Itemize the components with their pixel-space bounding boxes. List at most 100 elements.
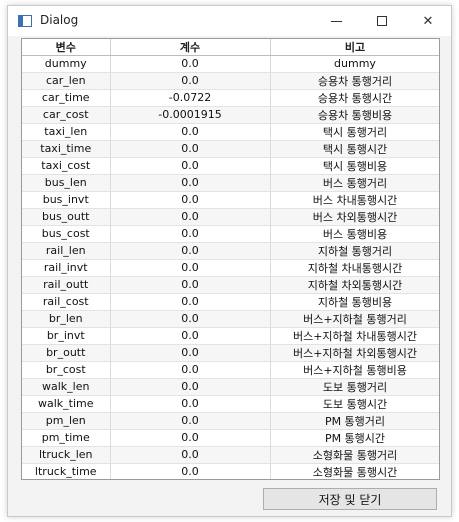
remarks-cell[interactable]: PM 통행시간: [270, 429, 439, 447]
table-row[interactable]: car_len 0.0 승용차 통행거리: [22, 72, 439, 90]
remarks-cell[interactable]: 택시 통행비용: [270, 157, 439, 175]
variable-cell[interactable]: walk_len: [22, 378, 111, 396]
remarks-cell[interactable]: 버스+지하철 차내통행시간: [270, 327, 439, 345]
remarks-cell[interactable]: 승용차 통행비용: [270, 106, 439, 124]
table-row[interactable]: bus_cost 0.0 버스 통행비용: [22, 225, 439, 243]
remarks-cell[interactable]: 승용차 통행거리: [270, 72, 439, 90]
variable-cell[interactable]: bus_cost: [22, 225, 111, 243]
coefficient-cell[interactable]: 0.0: [110, 463, 271, 479]
coefficient-cell[interactable]: 0.0: [110, 276, 271, 294]
header-remarks[interactable]: 비고: [270, 39, 439, 56]
variable-cell[interactable]: bus_invt: [22, 191, 111, 209]
variable-cell[interactable]: walk_time: [22, 395, 111, 413]
variable-cell[interactable]: taxi_len: [22, 123, 111, 141]
variable-cell[interactable]: br_outt: [22, 344, 111, 362]
coefficient-cell[interactable]: 0.0: [110, 140, 271, 158]
table-row[interactable]: rail_outt 0.0 지하철 차외통행시간: [22, 276, 439, 294]
coefficient-cell[interactable]: 0.0: [110, 429, 271, 447]
table-row[interactable]: ltruck_len 0.0 소형화물 통행거리: [22, 446, 439, 464]
variable-cell[interactable]: rail_invt: [22, 259, 111, 277]
close-button[interactable]: ✕: [405, 6, 451, 36]
remarks-cell[interactable]: 도보 통행시간: [270, 395, 439, 413]
variable-cell[interactable]: bus_outt: [22, 208, 111, 226]
table-row[interactable]: rail_len 0.0 지하철 통행거리: [22, 242, 439, 260]
remarks-cell[interactable]: 택시 통행거리: [270, 123, 439, 141]
maximize-button[interactable]: [359, 6, 405, 36]
remarks-cell[interactable]: 지하철 통행비용: [270, 293, 439, 311]
variable-cell[interactable]: car_len: [22, 72, 111, 90]
remarks-cell[interactable]: 버스 통행비용: [270, 225, 439, 243]
table-row[interactable]: car_time -0.0722 승용차 통행시간: [22, 89, 439, 107]
variable-cell[interactable]: pm_time: [22, 429, 111, 447]
table-row[interactable]: taxi_time 0.0 택시 통행시간: [22, 140, 439, 158]
table-row[interactable]: taxi_cost 0.0 택시 통행비용: [22, 157, 439, 175]
variable-cell[interactable]: ltruck_time: [22, 463, 111, 479]
remarks-cell[interactable]: 승용차 통행시간: [270, 89, 439, 107]
variable-cell[interactable]: bus_len: [22, 174, 111, 192]
coefficient-cell[interactable]: 0.0: [110, 208, 271, 226]
variable-cell[interactable]: br_len: [22, 310, 111, 328]
remarks-cell[interactable]: 버스+지하철 통행비용: [270, 361, 439, 379]
remarks-cell[interactable]: 택시 통행시간: [270, 140, 439, 158]
variable-cell[interactable]: rail_len: [22, 242, 111, 260]
coefficient-cell[interactable]: 0.0: [110, 157, 271, 175]
coefficient-cell[interactable]: 0.0: [110, 446, 271, 464]
table-row[interactable]: rail_cost 0.0 지하철 통행비용: [22, 293, 439, 311]
remarks-cell[interactable]: 도보 통행거리: [270, 378, 439, 396]
table-row[interactable]: bus_outt 0.0 버스 차외통행시간: [22, 208, 439, 226]
variable-cell[interactable]: br_cost: [22, 361, 111, 379]
table-row[interactable]: br_cost 0.0 버스+지하철 통행비용: [22, 361, 439, 379]
coefficient-cell[interactable]: 0.0: [110, 395, 271, 413]
header-coefficient[interactable]: 계수: [110, 39, 271, 56]
variable-cell[interactable]: rail_outt: [22, 276, 111, 294]
remarks-cell[interactable]: 버스 차내통행시간: [270, 191, 439, 209]
coefficient-cell[interactable]: 0.0: [110, 191, 271, 209]
header-variable[interactable]: 변수: [22, 39, 111, 56]
table-row[interactable]: dummy 0.0 dummy: [22, 55, 439, 73]
coefficient-cell[interactable]: 0.0: [110, 412, 271, 430]
variable-cell[interactable]: car_time: [22, 89, 111, 107]
variable-cell[interactable]: pm_len: [22, 412, 111, 430]
table-row[interactable]: walk_len 0.0 도보 통행거리: [22, 378, 439, 396]
remarks-cell[interactable]: 소형화물 통행거리: [270, 446, 439, 464]
minimize-button[interactable]: [313, 6, 359, 36]
coefficient-cell[interactable]: 0.0: [110, 174, 271, 192]
variable-cell[interactable]: rail_cost: [22, 293, 111, 311]
remarks-cell[interactable]: 버스 통행거리: [270, 174, 439, 192]
coefficient-cell[interactable]: -0.0722: [110, 89, 271, 107]
remarks-cell[interactable]: 지하철 통행거리: [270, 242, 439, 260]
remarks-cell[interactable]: dummy: [270, 55, 439, 73]
remarks-cell[interactable]: 버스+지하철 차외통행시간: [270, 344, 439, 362]
coefficient-cell[interactable]: 0.0: [110, 344, 271, 362]
coefficient-cell[interactable]: 0.0: [110, 225, 271, 243]
remarks-cell[interactable]: 소형화물 통행시간: [270, 463, 439, 479]
coefficient-cell[interactable]: 0.0: [110, 378, 271, 396]
coefficient-cell[interactable]: 0.0: [110, 123, 271, 141]
variable-cell[interactable]: br_invt: [22, 327, 111, 345]
coefficient-cell[interactable]: 0.0: [110, 242, 271, 260]
coefficient-cell[interactable]: 0.0: [110, 259, 271, 277]
table-row[interactable]: br_invt 0.0 버스+지하철 차내통행시간: [22, 327, 439, 345]
variable-cell[interactable]: taxi_cost: [22, 157, 111, 175]
remarks-cell[interactable]: 버스 차외통행시간: [270, 208, 439, 226]
variable-cell[interactable]: taxi_time: [22, 140, 111, 158]
coefficient-cell[interactable]: 0.0: [110, 293, 271, 311]
table-row[interactable]: ltruck_time 0.0 소형화물 통행시간: [22, 463, 439, 479]
coefficient-cell[interactable]: 0.0: [110, 72, 271, 90]
coefficient-cell[interactable]: 0.0: [110, 361, 271, 379]
coefficient-cell[interactable]: 0.0: [110, 310, 271, 328]
remarks-cell[interactable]: 지하철 차외통행시간: [270, 276, 439, 294]
table-row[interactable]: br_len 0.0 버스+지하철 통행거리: [22, 310, 439, 328]
save-and-close-button[interactable]: 저장 및 닫기: [263, 488, 437, 510]
coefficient-cell[interactable]: 0.0: [110, 55, 271, 73]
table-row[interactable]: pm_time 0.0 PM 통행시간: [22, 429, 439, 447]
variable-cell[interactable]: car_cost: [22, 106, 111, 124]
table-row[interactable]: taxi_len 0.0 택시 통행거리: [22, 123, 439, 141]
remarks-cell[interactable]: 버스+지하철 통행거리: [270, 310, 439, 328]
table-row[interactable]: rail_invt 0.0 지하철 차내통행시간: [22, 259, 439, 277]
table-row[interactable]: br_outt 0.0 버스+지하철 차외통행시간: [22, 344, 439, 362]
variable-cell[interactable]: ltruck_len: [22, 446, 111, 464]
table-row[interactable]: bus_invt 0.0 버스 차내통행시간: [22, 191, 439, 209]
title-bar[interactable]: Dialog ✕: [8, 6, 451, 36]
coefficient-cell[interactable]: 0.0: [110, 327, 271, 345]
